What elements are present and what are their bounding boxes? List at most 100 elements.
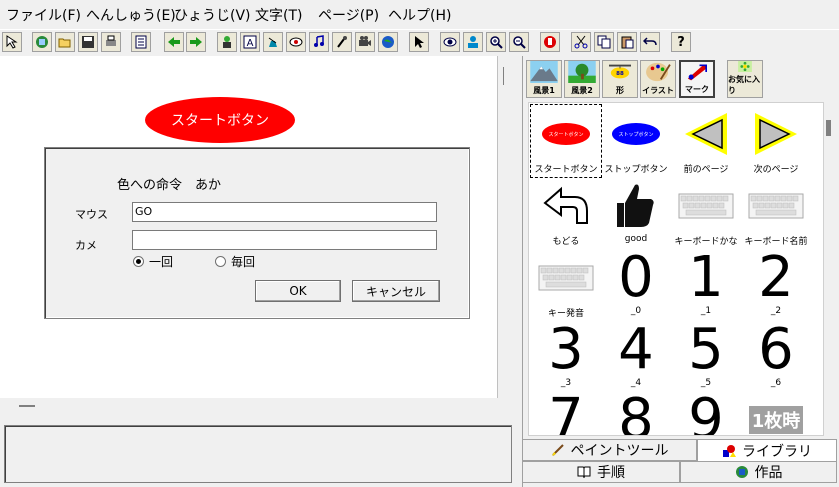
digit-4-glyph: 4 <box>618 317 654 382</box>
library-item-start-button[interactable]: スタートボタン スタートボタン <box>530 104 602 178</box>
thumbs-up-icon <box>617 184 654 227</box>
library-scrollbar[interactable] <box>824 102 836 436</box>
category-shape[interactable]: 88 形 <box>602 60 638 98</box>
palette-icon <box>646 62 671 82</box>
globe-icon[interactable] <box>378 32 398 52</box>
menu-text[interactable]: 文字(T) <box>255 5 302 25</box>
copy-icon[interactable] <box>594 32 614 52</box>
library-item-keyboard-kana[interactable]: キーボードかな <box>671 177 741 249</box>
microphone-icon[interactable] <box>332 32 352 52</box>
menu-file[interactable]: ファイル(F) <box>6 5 81 25</box>
zoom-in-icon[interactable] <box>486 32 506 52</box>
ok-button[interactable]: OK <box>255 280 341 302</box>
select-arrow-icon[interactable] <box>2 32 22 52</box>
digit-9-glyph: 9 <box>688 387 724 436</box>
paste-icon[interactable] <box>617 32 637 52</box>
radio-once[interactable] <box>133 256 144 267</box>
video-camera-icon[interactable] <box>355 32 375 52</box>
prev-page-icon[interactable] <box>164 32 184 52</box>
library-item-stop-button[interactable]: ストップボタン ストップボタン <box>601 105 671 177</box>
character-icon[interactable] <box>217 32 237 52</box>
category-mark[interactable]: マーク <box>679 60 715 98</box>
library-item-digit-4[interactable]: 4 _4 <box>601 321 671 393</box>
category-favorites[interactable]: お気に入り <box>727 60 763 98</box>
mouse-input[interactable]: GO <box>132 202 437 222</box>
stop-button-thumb: ストップボタン <box>612 123 660 145</box>
menu-edit[interactable]: へんしゅう(E) <box>86 5 176 25</box>
next-page-icon[interactable] <box>186 32 206 52</box>
text-tool-icon[interactable]: A <box>240 32 260 52</box>
category-landscape-2[interactable]: 風景2 <box>564 60 600 98</box>
library-item-key-sound[interactable]: キー発音 <box>531 249 601 321</box>
tab-works[interactable]: 作品 <box>680 461 837 483</box>
tab-library[interactable]: ライブラリ <box>697 439 837 461</box>
music-note-icon[interactable] <box>309 32 329 52</box>
person-icon[interactable] <box>463 32 483 52</box>
open-folder-icon[interactable] <box>55 32 75 52</box>
globe-works-icon <box>735 466 748 478</box>
tab-paint-tool[interactable]: ペイントツール <box>522 439 697 461</box>
splitter-grip[interactable] <box>503 67 504 85</box>
view-eye-icon[interactable] <box>440 32 460 52</box>
help-button[interactable]: ? <box>671 32 691 52</box>
category-illustration[interactable]: イラスト <box>640 60 676 98</box>
library-item-digit-6[interactable]: 6 _6 <box>741 321 811 393</box>
library-item-next-page[interactable]: 次のページ <box>741 105 811 177</box>
mouse-label: マウス <box>75 208 108 221</box>
library-item-digit-2[interactable]: 2 _2 <box>741 249 811 321</box>
library-item-one-sheet[interactable]: 1枚時 <box>741 391 811 435</box>
helicopter-icon: 88 <box>609 64 631 79</box>
library-item-good[interactable]: good <box>601 177 671 249</box>
library-item-caption: good <box>624 234 648 244</box>
library-item-digit-5[interactable]: 5 _5 <box>671 321 741 393</box>
canvas-start-button-label: スタートボタン <box>171 113 269 129</box>
library-item-digit-3[interactable]: 3 _3 <box>531 321 601 393</box>
library-item-caption: _6 <box>770 378 782 388</box>
library-item-caption: _1 <box>700 306 712 316</box>
next-triangle-icon <box>755 113 797 155</box>
menu-bar: ファイル(F) へんしゅう(E) ひょうじ(V) 文字(T) ページ(P) ヘル… <box>0 0 839 28</box>
radio-every[interactable] <box>215 256 226 267</box>
zoom-out-icon[interactable] <box>509 32 529 52</box>
keyboard-kana-icon <box>678 193 734 219</box>
library-grid: スタートボタン スタートボタン ストップボタン ストップボタン 前のページ 次の… <box>528 102 824 436</box>
menu-page[interactable]: ページ(P) <box>318 5 379 25</box>
camera-input[interactable] <box>132 230 437 250</box>
stop-hand-icon[interactable] <box>540 32 560 52</box>
menu-help[interactable]: ヘルプ(H) <box>388 5 451 25</box>
category-landscape-1[interactable]: 風景1 <box>526 60 562 98</box>
digit-8-glyph: 8 <box>618 387 654 436</box>
library-item-digit-7[interactable]: 7 <box>531 391 601 436</box>
stamp-icon[interactable] <box>263 32 283 52</box>
category-label: マーク <box>685 85 709 94</box>
menu-view[interactable]: ひょうじ(V) <box>174 5 251 25</box>
library-item-digit-0[interactable]: 0 _0 <box>601 249 671 321</box>
library-item-caption: もどる <box>552 237 580 247</box>
cancel-button[interactable]: キャンセル <box>352 280 440 302</box>
library-item-digit-1[interactable]: 1 _1 <box>671 249 741 321</box>
pane-splitter[interactable] <box>512 56 522 487</box>
library-item-prev-page[interactable]: 前のページ <box>671 105 741 177</box>
pointer-icon[interactable] <box>409 32 429 52</box>
eye-icon[interactable] <box>286 32 306 52</box>
category-label: 風景2 <box>571 86 593 95</box>
tab-label: ライブラリ <box>742 443 812 460</box>
library-item-back[interactable]: もどる <box>531 177 601 249</box>
print-icon[interactable] <box>101 32 121 52</box>
cut-icon[interactable] <box>571 32 591 52</box>
tab-steps[interactable]: 手順 <box>522 461 680 483</box>
collapse-handle[interactable] <box>19 405 35 407</box>
library-item-keyboard-name[interactable]: キーボード名前 <box>741 177 811 249</box>
library-item-digit-8[interactable]: 8 <box>601 391 671 436</box>
undo-icon[interactable] <box>640 32 660 52</box>
back-arrow-icon <box>543 186 588 224</box>
mountain-icon <box>530 61 558 83</box>
save-icon[interactable] <box>78 32 98 52</box>
page-list-icon[interactable] <box>131 32 151 52</box>
library-scroll-thumb[interactable] <box>826 120 831 136</box>
new-page-icon[interactable] <box>32 32 52 52</box>
canvas-start-button-object[interactable]: スタートボタン <box>145 97 295 143</box>
library-item-digit-9[interactable]: 9 <box>671 391 741 436</box>
book-icon <box>577 466 591 479</box>
library-item-caption: 前のページ <box>683 165 729 175</box>
